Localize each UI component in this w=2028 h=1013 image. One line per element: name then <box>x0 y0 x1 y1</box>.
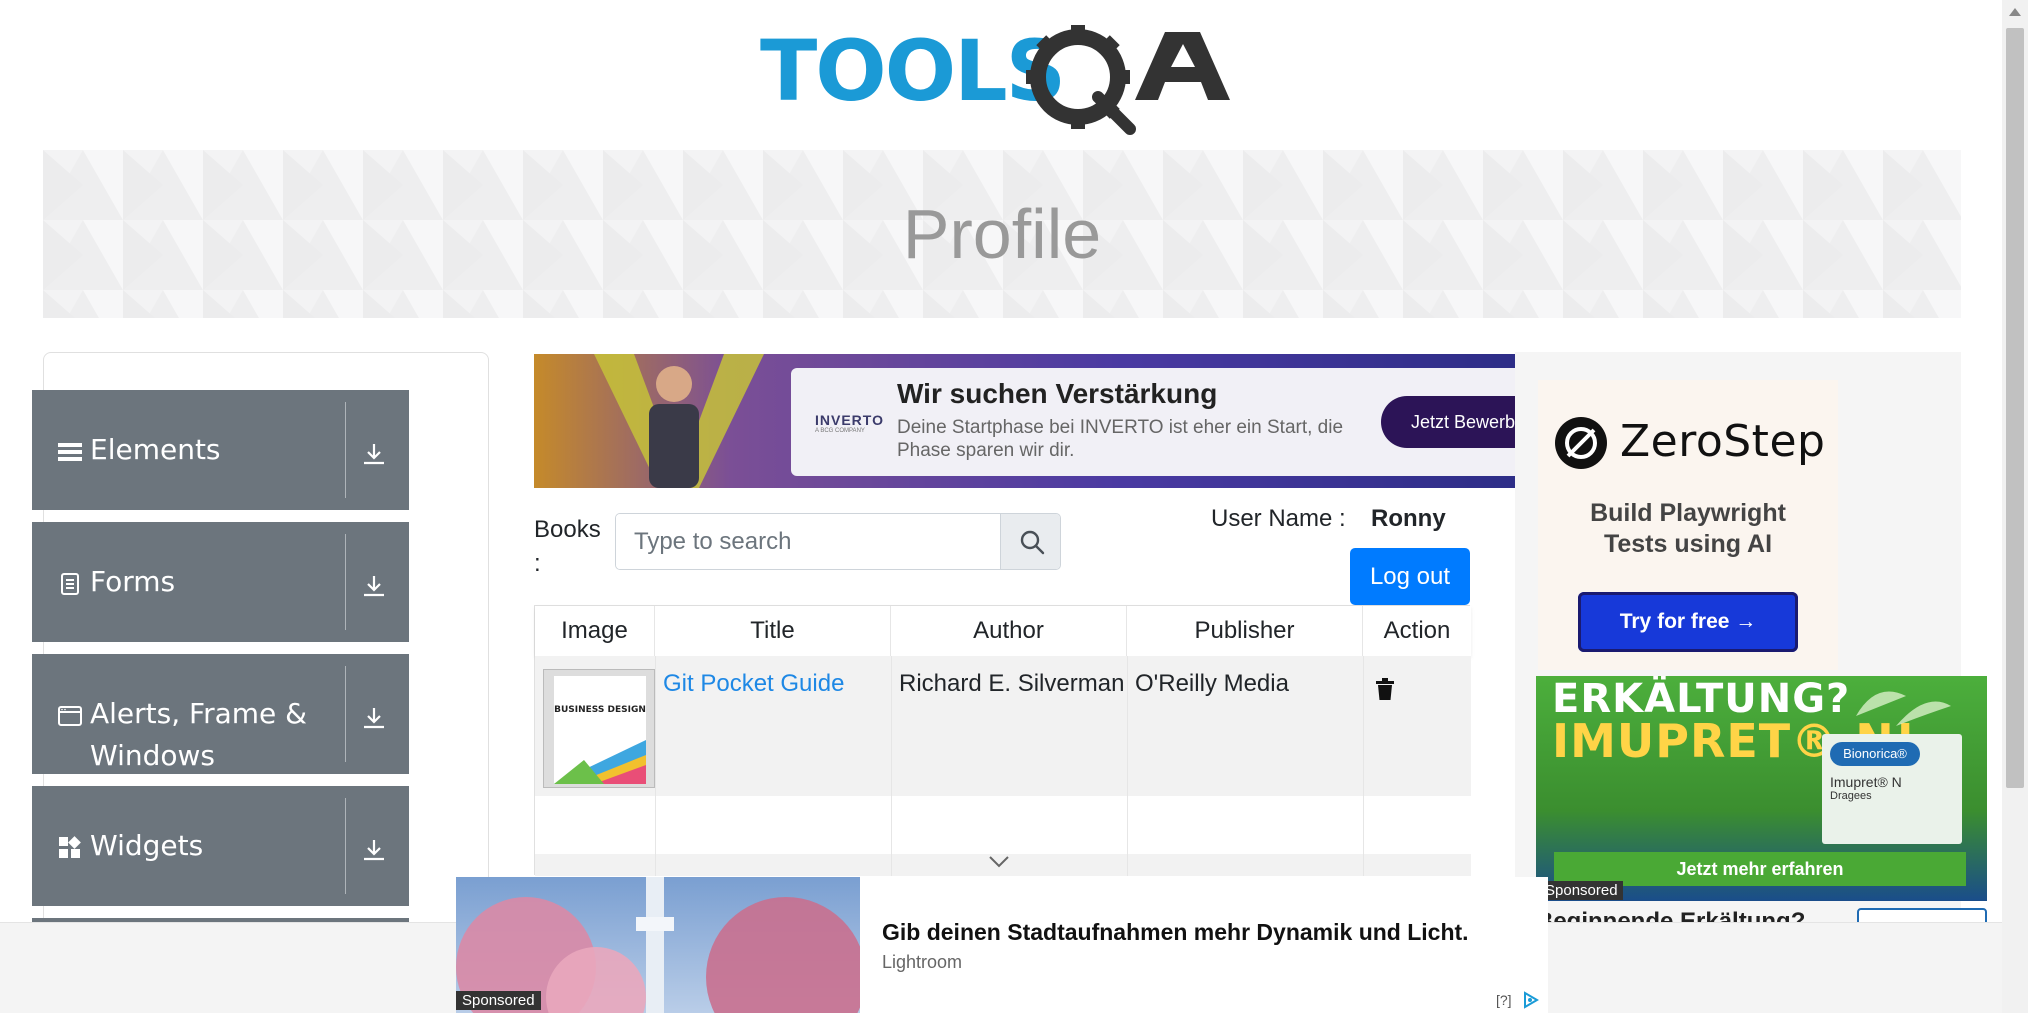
book-title-link[interactable]: Git Pocket Guide <box>663 670 844 698</box>
scroll-up-arrow-icon[interactable] <box>2009 8 2021 16</box>
book-cover-text: BUSINESS DESIGN <box>554 705 646 715</box>
search-icon <box>1020 530 1045 555</box>
ad-person-image <box>594 354 764 488</box>
ad-brand: ZeroStep <box>1620 416 1826 467</box>
ad-zerostep[interactable]: ZeroStep Build Playwright Tests using AI… <box>1538 380 1838 670</box>
books-table: Image Title Author Publisher Action BUSI… <box>534 605 1471 876</box>
product-package-image: Bionorica® Imupret® N Dragees <box>1822 734 1962 844</box>
book-cover-image: BUSINESS DESIGN <box>543 669 655 788</box>
download-arrow-icon[interactable] <box>362 706 386 730</box>
username-label: User Name : <box>1211 505 1346 532</box>
download-arrow-icon[interactable] <box>362 442 386 466</box>
menu-group-label: Elements <box>90 433 221 466</box>
sponsored-badge: Sponsored <box>1540 881 1623 900</box>
column-header-image[interactable]: Image <box>535 606 655 656</box>
menu-group-alerts[interactable]: Alerts, Frame & Windows <box>32 654 409 774</box>
ad-imupret[interactable]: ERKÄLTUNG? IMUPRET® N! Bionorica® Imupre… <box>1536 676 1987 901</box>
ad-cta-button[interactable]: Try for free → <box>1578 592 1798 652</box>
product-name: Imupret® N <box>1830 774 1902 790</box>
window-icon <box>58 706 82 726</box>
divider <box>345 798 346 894</box>
product-sub: Dragees <box>1830 790 1872 802</box>
divider <box>655 656 656 876</box>
ad-headline: Gib deinen Stadtaufnahmen mehr Dynamik u… <box>882 919 1469 945</box>
ad-tagline: Build Playwright Tests using AI <box>1538 498 1838 560</box>
menu-group-label-line2: Windows <box>90 739 215 772</box>
menu-group-label: Alerts, Frame & <box>90 697 308 730</box>
column-header-publisher[interactable]: Publisher <box>1127 606 1363 656</box>
chevron-down-icon[interactable] <box>988 855 1010 869</box>
scroll-thumb[interactable] <box>2006 28 2024 788</box>
trash-icon[interactable] <box>1375 678 1395 700</box>
page-title: Profile <box>902 195 1102 273</box>
sponsored-badge: Sponsored <box>456 991 541 1010</box>
book-publisher: O'Reilly Media <box>1135 670 1289 697</box>
menu-group-label: Forms <box>90 565 176 598</box>
column-header-author[interactable]: Author <box>891 606 1127 656</box>
ad-help-link[interactable]: [?] <box>1496 992 1512 1008</box>
download-arrow-icon[interactable] <box>362 838 386 862</box>
column-header-title[interactable]: Title <box>655 606 891 656</box>
search-input[interactable] <box>616 514 1000 569</box>
document-icon <box>61 573 79 595</box>
ad-brand: INVERTO <box>815 412 884 428</box>
username-value: Ronny <box>1371 505 1446 532</box>
adchoices-icon[interactable] <box>1522 991 1544 1009</box>
logout-button[interactable]: Log out <box>1350 548 1470 605</box>
ad-tagline-line2: Tests using AI <box>1603 530 1773 558</box>
zerostep-logo-icon <box>1555 417 1607 469</box>
ad-headline: Wir suchen Verstärkung <box>897 378 1218 409</box>
menu-group-elements[interactable]: Elements <box>32 390 409 510</box>
svg-text:TOOLS: TOOLS <box>760 22 1064 120</box>
download-arrow-icon[interactable] <box>362 574 386 598</box>
column-header-action[interactable]: Action <box>1363 606 1471 656</box>
divider <box>1127 656 1128 876</box>
divider <box>1363 656 1364 876</box>
book-author: Richard E. Silverman <box>899 670 1125 697</box>
search-button[interactable] <box>1000 514 1060 569</box>
search-box <box>615 513 1061 570</box>
menu-group-label: Widgets <box>90 829 204 862</box>
table-row: BUSINESS DESIGN Git Pocket Guide Richard… <box>535 656 1471 796</box>
ad-tagline-line1: Build Playwright <box>1590 499 1786 527</box>
toolsqa-logo[interactable]: TOOLS <box>760 22 1250 137</box>
hamburger-icon <box>58 443 82 461</box>
ad-lightroom[interactable]: Sponsored Gib deinen Stadtaufnahmen mehr… <box>456 877 1548 1013</box>
divider <box>345 534 346 630</box>
books-label: Books : <box>534 516 601 577</box>
divider <box>345 666 346 762</box>
ad-image: Sponsored <box>456 877 860 1013</box>
table-header: Image Title Author Publisher Action <box>535 606 1471 656</box>
divider <box>891 656 892 876</box>
ad-inverto[interactable]: INVERTO A BCG COMPANY Wir suchen Verstär… <box>534 354 1515 488</box>
ad-subtext: Deine Startphase bei INVERTO ist eher ei… <box>897 417 1344 461</box>
ad-brand: Bionorica® <box>1830 742 1920 766</box>
ad-brand-sub: A BCG COMPANY <box>815 428 865 434</box>
table-row <box>535 796 1471 854</box>
ad-source: Lightroom <box>882 952 963 972</box>
menu-group-forms[interactable]: Forms <box>32 522 409 642</box>
ad-card[interactable]: INVERTO A BCG COMPANY Wir suchen Verstär… <box>791 368 1515 476</box>
ad-cta-button[interactable]: Jetzt Bewerben <box>1381 396 1515 448</box>
widgets-icon <box>59 836 81 858</box>
divider <box>345 402 346 498</box>
scrollbar[interactable] <box>2002 0 2028 1013</box>
page-banner: Profile <box>43 150 1961 318</box>
menu-group-widgets[interactable]: Widgets <box>32 786 409 906</box>
